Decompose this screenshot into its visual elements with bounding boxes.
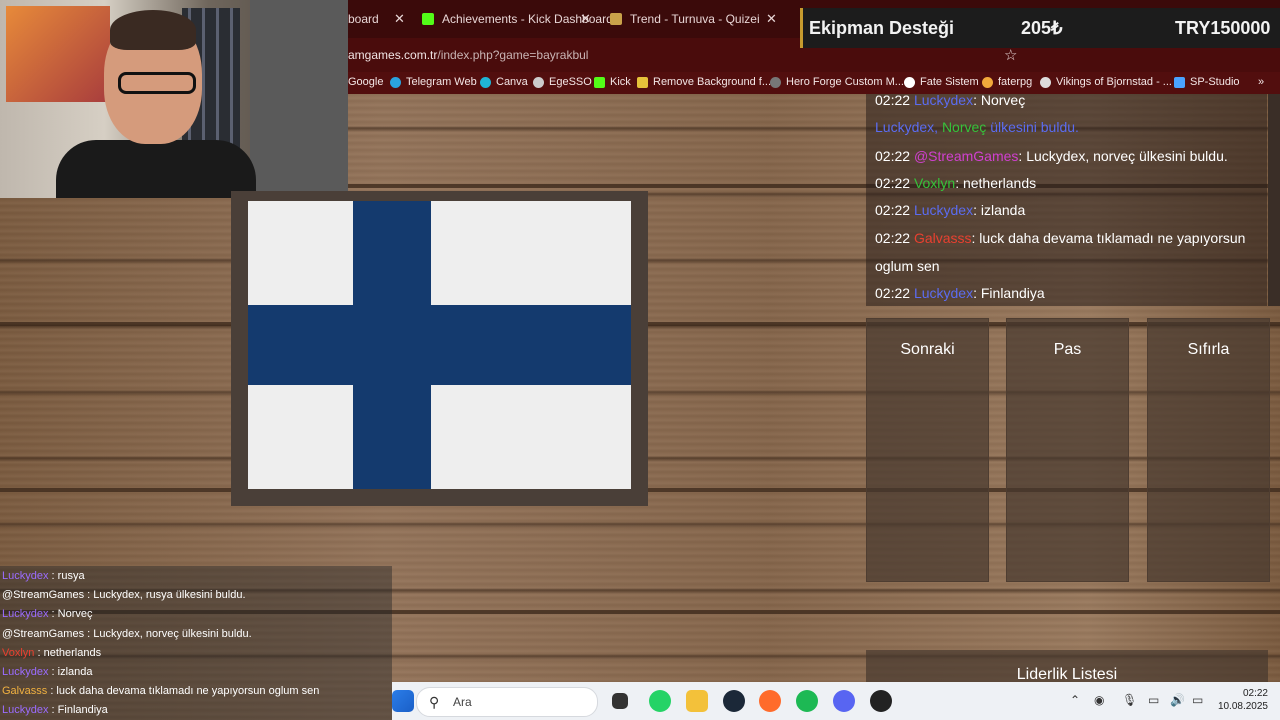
clock-date: 10.08.2025 bbox=[1217, 701, 1268, 712]
webcam-feed bbox=[0, 0, 348, 198]
star-icon[interactable]: ☆ bbox=[1004, 46, 1017, 64]
taskbar-search[interactable]: ⚲ Ara bbox=[416, 687, 598, 717]
chat-message: oglum sen bbox=[875, 258, 940, 274]
network-icon[interactable]: ▭ bbox=[1148, 693, 1159, 707]
obs-icon[interactable] bbox=[870, 690, 892, 712]
battery-icon[interactable]: ▭ bbox=[1192, 693, 1203, 707]
overlay-chat-message: @StreamGames : Luckydex, rusya ülkesini … bbox=[2, 589, 246, 601]
search-placeholder: Ara bbox=[453, 695, 472, 709]
canva-icon bbox=[480, 76, 491, 88]
overlay-chat-message: Voxlyn : netherlands bbox=[2, 647, 102, 659]
tab-quizei[interactable]: Trend - Turnuva - Quizei ✕ bbox=[610, 6, 777, 32]
reset-button[interactable]: Sıfırla bbox=[1147, 318, 1270, 582]
file-explorer-icon[interactable] bbox=[686, 690, 708, 712]
windows-taskbar: ⚲ Ara ⌃ ◉ 🎙 ▭ 🔊 ▭ 02:22 10.08.2025 bbox=[392, 682, 1280, 720]
flag-image bbox=[248, 201, 631, 489]
windows-start-icon[interactable] bbox=[392, 690, 414, 712]
bookmark-egesso[interactable]: EgeSSO bbox=[533, 76, 592, 88]
overlay-chat-message: Galvasss : luck daha devama tıklamadı ne… bbox=[2, 685, 320, 697]
donation-label: Ekipman Desteği bbox=[809, 18, 955, 38]
shelf bbox=[250, 0, 348, 198]
telegram-icon bbox=[390, 76, 401, 88]
chat-message: 02:22 Luckydex: izlanda bbox=[875, 202, 1026, 218]
close-icon[interactable]: ✕ bbox=[394, 11, 405, 27]
chat-panel: 02:22 Luckydex: Norveç Luckydex, Norveç … bbox=[866, 92, 1267, 306]
url-text[interactable]: amgames.com.tr/index.php?game=bayrakbul bbox=[348, 48, 588, 62]
tab-achievements[interactable]: Achievements - Kick Dashboard ✕ bbox=[422, 6, 613, 32]
whatsapp-icon[interactable] bbox=[649, 690, 671, 712]
overlay-chat-message: @StreamGames : Luckydex, norveç ülkesini… bbox=[2, 628, 252, 640]
quiz-icon bbox=[610, 13, 622, 25]
chat-message: Luckydex, Norveç ülkesini buldu. bbox=[875, 119, 1079, 135]
task-view-icon[interactable] bbox=[612, 693, 628, 709]
donation-amount: 205₺ bbox=[1021, 18, 1063, 38]
kick-icon bbox=[422, 13, 434, 25]
tab-title: board bbox=[348, 12, 379, 26]
flag-horizontal-bar bbox=[248, 305, 631, 385]
chevron-up-icon[interactable]: ⌃ bbox=[1070, 693, 1080, 707]
bookmark-kick[interactable]: Kick bbox=[594, 76, 631, 88]
bookmark-google[interactable]: Google bbox=[348, 76, 383, 88]
cat-poster bbox=[6, 6, 110, 102]
firefox-icon[interactable] bbox=[759, 690, 781, 712]
globe-icon bbox=[904, 76, 915, 88]
overlay-chat-message: Luckydex : Finlandiya bbox=[2, 704, 108, 716]
pass-button[interactable]: Pas bbox=[1006, 318, 1129, 582]
next-button[interactable]: Sonraki bbox=[866, 318, 989, 582]
taskbar-clock[interactable]: 02:22 10.08.2025 bbox=[1218, 687, 1268, 713]
donation-goal-overlay: Ekipman Desteği 205₺ TRY150000 bbox=[800, 8, 1280, 48]
overlay-chat-message: Luckydex : rusya bbox=[2, 570, 85, 582]
donation-goal: TRY150000 bbox=[1175, 18, 1271, 38]
chat-message: 02:22 Luckydex: Norveç bbox=[875, 92, 1026, 108]
discord-icon[interactable] bbox=[833, 690, 855, 712]
close-icon[interactable]: ✕ bbox=[580, 11, 591, 27]
chat-message: 02:22 Luckydex: Finlandiya bbox=[875, 285, 1045, 301]
flag-vertical-bar bbox=[353, 201, 431, 489]
microphone-icon[interactable]: 🎙 bbox=[1122, 693, 1137, 707]
egesso-icon bbox=[533, 76, 544, 88]
chat-message: 02:22 @StreamGames: Luckydex, norveç ülk… bbox=[875, 148, 1228, 164]
removebg-icon bbox=[637, 76, 648, 88]
streamer-hair bbox=[110, 10, 196, 50]
vikings-icon bbox=[1040, 76, 1051, 88]
chat-message: 02:22 Voxlyn: netherlands bbox=[875, 175, 1037, 191]
kick-icon bbox=[594, 76, 605, 88]
drive-icon bbox=[982, 76, 993, 88]
stream-chat-overlay: Luckydex : rusya @StreamGames : Luckydex… bbox=[0, 566, 392, 720]
tab-title: Trend - Turnuva - Quizei bbox=[630, 12, 760, 26]
tab-kick-board[interactable]: board ✕ bbox=[348, 6, 405, 32]
bookmark-telegram[interactable]: Telegram Web bbox=[390, 76, 477, 88]
bookmark-canva[interactable]: Canva bbox=[480, 76, 528, 88]
glasses bbox=[118, 72, 196, 94]
close-icon[interactable]: ✕ bbox=[766, 11, 777, 27]
spotify-icon[interactable] bbox=[796, 690, 818, 712]
overlay-chat-message: Luckydex : izlanda bbox=[2, 666, 93, 678]
clock-time: 02:22 bbox=[1242, 688, 1268, 699]
vpn-icon[interactable]: ◉ bbox=[1094, 693, 1104, 707]
chat-scrollbar[interactable] bbox=[1268, 94, 1280, 306]
sp-studio-icon bbox=[1174, 76, 1185, 88]
overlay-chat-message: Luckydex : Norveç bbox=[2, 608, 93, 620]
speaker-icon[interactable]: 🔊 bbox=[1170, 693, 1185, 707]
search-icon: ⚲ bbox=[429, 694, 440, 710]
heroforge-icon bbox=[770, 76, 781, 88]
chat-message: 02:22 Galvasss: luck daha devama tıklama… bbox=[875, 230, 1246, 246]
streamer-shirt bbox=[56, 140, 256, 198]
steam-icon[interactable] bbox=[723, 690, 745, 712]
bookmark-remove-bg[interactable]: Remove Background f... bbox=[637, 76, 771, 88]
